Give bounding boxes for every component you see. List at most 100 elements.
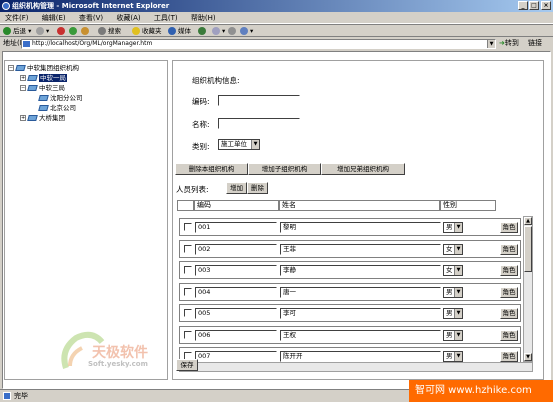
menu-file[interactable]: 文件(F) [5,14,29,22]
add-sibling-org-button[interactable]: 增加兄弟组织机构 [321,163,405,175]
add-person-button[interactable]: 增加 [226,182,247,194]
minimize-button[interactable]: _ [518,1,528,10]
media-button[interactable]: 媒体 [168,26,191,37]
person-code-input[interactable]: 004 [195,286,277,298]
stop-button[interactable] [57,26,67,37]
org-type-select[interactable]: 施工单位 ▼ [218,139,260,150]
search-icon [98,27,106,35]
delete-person-button[interactable]: 删除 [247,182,268,194]
gender-select[interactable]: 男 ▼ [443,286,463,298]
role-button[interactable]: 角色 [500,265,518,276]
role-button[interactable]: 角色 [500,286,518,298]
row-checkbox[interactable] [184,266,192,274]
status-text: 完毕 [14,392,28,400]
chevron-down-icon: ▼ [251,140,259,149]
scroll-down-icon[interactable]: ▼ [524,353,532,361]
refresh-button[interactable] [69,26,79,37]
gender-select[interactable]: 男 ▼ [443,222,463,233]
home-button[interactable] [81,26,91,37]
person-name-input[interactable]: 王菲 [280,243,441,255]
person-code-input[interactable]: 002 [195,243,277,255]
org-code-input[interactable] [218,95,300,106]
row-checkbox[interactable] [184,223,192,231]
tree-item[interactable]: 北京公司 [38,104,76,112]
add-child-org-button[interactable]: 增加子组织机构 [248,163,321,175]
gender-value: 男 [446,287,453,296]
links-button[interactable]: 链接 [528,37,542,50]
menu-favorites[interactable]: 收藏(A) [116,14,140,22]
delete-org-button[interactable]: 删除本组织机构 [175,163,248,175]
tree-item[interactable]: + 中软一局 [20,74,67,82]
history-icon [198,27,206,35]
person-name-input[interactable]: 李可 [280,308,441,319]
address-dropdown-icon[interactable]: ▼ [487,40,495,48]
person-code-input[interactable]: 007 [195,351,277,362]
table-row: 001 黎明男 ▼ 角色 [179,218,521,236]
scroll-thumb[interactable] [524,226,532,272]
maximize-button[interactable]: □ [529,1,539,10]
org-name-input[interactable] [218,118,300,129]
role-button[interactable]: 角色 [500,243,518,255]
row-checkbox[interactable] [184,330,192,339]
role-button[interactable]: 角色 [500,329,518,341]
menu-view[interactable]: 查看(V) [79,14,103,22]
person-name-input[interactable]: 黎明 [280,222,441,233]
tree-root-label: 中软集团组织机构 [27,64,79,72]
horizontal-scrollbar[interactable] [179,362,533,372]
gender-select[interactable]: 男 ▼ [443,351,463,362]
scroll-up-icon[interactable]: ▲ [524,217,532,225]
collapse-icon[interactable]: − [8,65,14,71]
person-name-input[interactable]: 唐一 [280,286,441,298]
table-row: 005 李可男 ▼ 角色 [179,304,521,322]
tree-root[interactable]: − 中软集团组织机构 [8,64,79,72]
person-name-input[interactable]: 李静 [280,265,441,276]
mail-button[interactable]: ▾ [212,26,225,37]
watermark-text: 天极软件 [92,345,148,361]
back-button[interactable]: 后退 ▾ [3,26,31,37]
row-checkbox[interactable] [184,244,192,253]
gender-value: 男 [446,330,453,339]
expand-icon[interactable]: + [20,115,26,121]
gender-select[interactable]: 男 ▼ [443,308,463,319]
favorites-button[interactable]: 收藏夹 [132,26,162,37]
person-code-input[interactable]: 006 [195,329,277,341]
tree-item-label: 北京公司 [50,104,76,112]
vertical-scrollbar[interactable]: ▲ ▼ [523,216,533,362]
tree-item[interactable]: − 中软三局 [20,84,65,92]
gender-select[interactable]: 女 ▼ [443,243,463,255]
row-checkbox[interactable] [184,309,192,317]
chevron-down-icon: ▼ [454,330,462,340]
person-code-input[interactable]: 001 [195,222,277,233]
close-button[interactable]: × [541,1,551,10]
toolbar: 后退 ▾ ▾ 搜索 收藏夹 媒体 ▾ ▾ [0,24,553,37]
gender-select[interactable]: 女 ▼ [443,265,463,276]
tree-item[interactable]: + 大桥集团 [20,114,65,122]
person-name-input[interactable]: 陈开开 [280,351,441,362]
menu-edit[interactable]: 编辑(E) [42,14,66,22]
save-button[interactable]: 保存 [176,359,198,371]
chevron-down-icon: ▼ [454,244,462,254]
history-button[interactable] [198,26,208,37]
home-icon [81,27,89,35]
menu-tools[interactable]: 工具(T) [154,14,178,22]
person-name-input[interactable]: 王权 [280,329,441,341]
tree-item-label: 中软一局 [39,74,67,82]
print-button[interactable] [228,26,238,37]
row-checkbox[interactable] [184,287,192,296]
menu-help[interactable]: 帮助(H) [191,14,216,22]
forward-button[interactable]: ▾ [36,26,49,37]
edit-button[interactable]: ▾ [240,26,253,37]
role-button[interactable]: 角色 [500,308,518,319]
expand-icon[interactable]: + [20,75,26,81]
search-button[interactable]: 搜索 [98,26,121,37]
collapse-icon[interactable]: − [20,85,26,91]
tree-item-label: 中软三局 [39,84,65,92]
gender-select[interactable]: 男 ▼ [443,329,463,341]
go-button[interactable]: ➜转到 [499,37,519,50]
tree-item[interactable]: 沈阳分公司 [38,94,83,102]
role-button[interactable]: 角色 [500,222,518,233]
person-code-input[interactable]: 005 [195,308,277,319]
role-button[interactable]: 角色 [500,351,518,362]
person-code-input[interactable]: 003 [195,265,277,276]
address-input[interactable]: http://localhost/Org/ML/orgManager.htm ▼ [21,39,496,49]
